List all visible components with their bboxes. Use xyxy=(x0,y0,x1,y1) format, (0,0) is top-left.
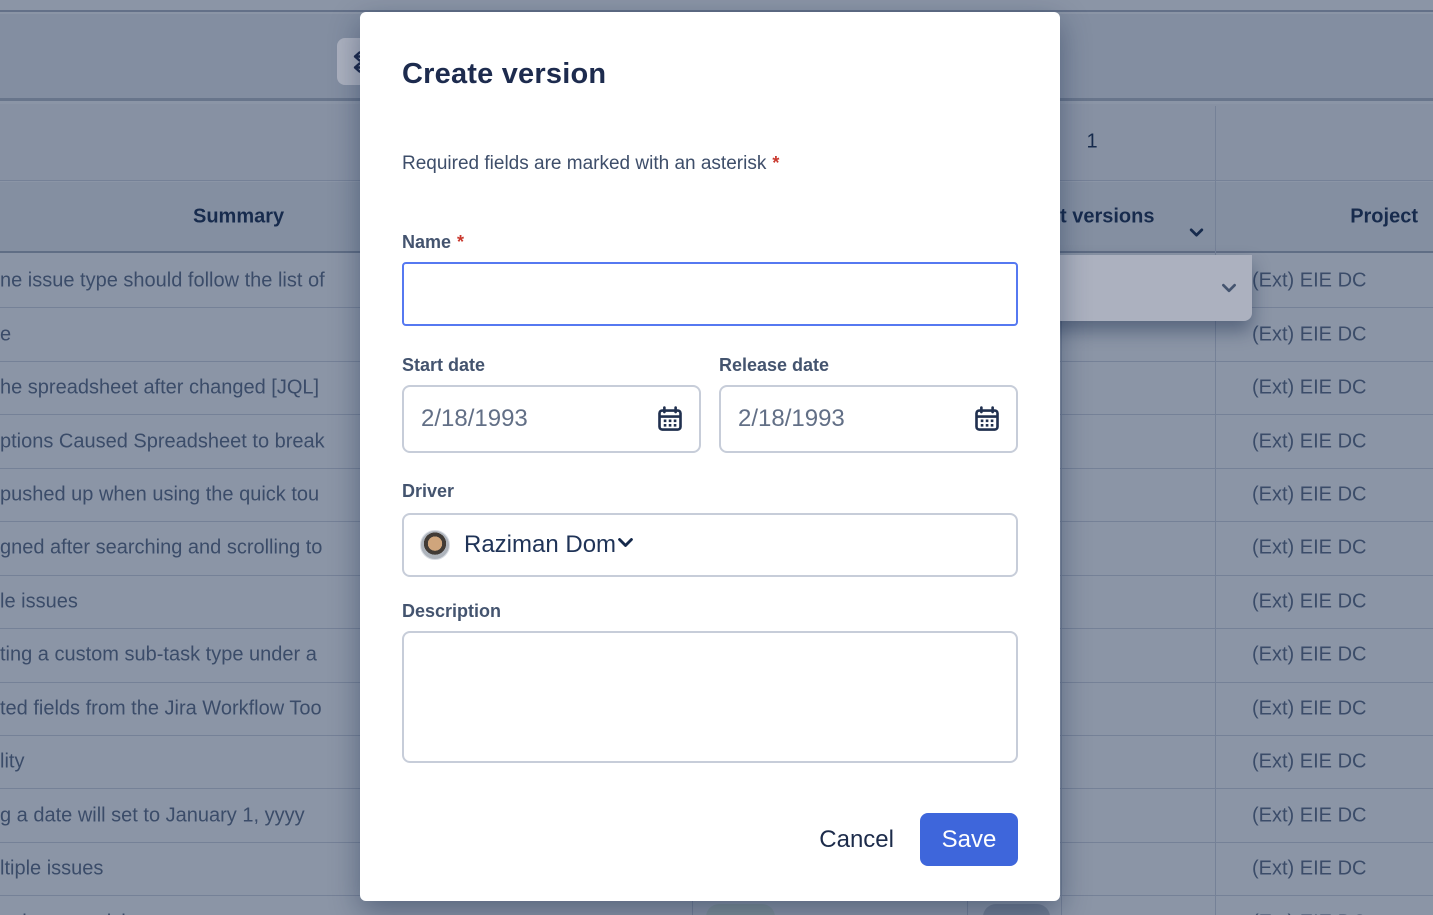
release-date-label: Release date xyxy=(719,353,1018,377)
save-button[interactable]: Save xyxy=(920,813,1018,866)
create-version-modal: Create version Required fields are marke… xyxy=(360,12,1060,901)
driver-value: Raziman Dom xyxy=(464,531,616,559)
required-note-text: Required fields are marked with an aster… xyxy=(402,153,766,174)
description-label: Description xyxy=(402,599,1018,623)
release-date-group: Release date xyxy=(719,353,1018,453)
start-date-group: Start date xyxy=(402,353,701,453)
description-textarea[interactable] xyxy=(402,631,1018,763)
required-asterisk: * xyxy=(772,153,779,173)
name-input[interactable] xyxy=(402,262,1018,326)
cancel-button[interactable]: Cancel xyxy=(793,816,920,864)
modal-title: Create version xyxy=(402,56,1018,92)
start-date-input[interactable] xyxy=(402,385,701,453)
driver-label: Driver xyxy=(402,479,1018,503)
required-asterisk: * xyxy=(457,232,464,252)
start-date-label: Start date xyxy=(402,353,701,377)
chevron-down-icon xyxy=(616,533,635,557)
modal-actions: Cancel Save xyxy=(402,813,1018,866)
driver-select[interactable]: Raziman Dom xyxy=(402,513,1018,577)
date-fields-row: Start date xyxy=(402,353,1018,453)
name-label-text: Name xyxy=(402,232,451,252)
name-label: Name * xyxy=(402,230,1018,254)
release-date-input[interactable] xyxy=(719,385,1018,453)
driver-avatar xyxy=(420,530,450,560)
app-root: 1 Summary t versions Project ne issue ty… xyxy=(0,0,1433,915)
required-fields-note: Required fields are marked with an aster… xyxy=(402,150,1018,177)
